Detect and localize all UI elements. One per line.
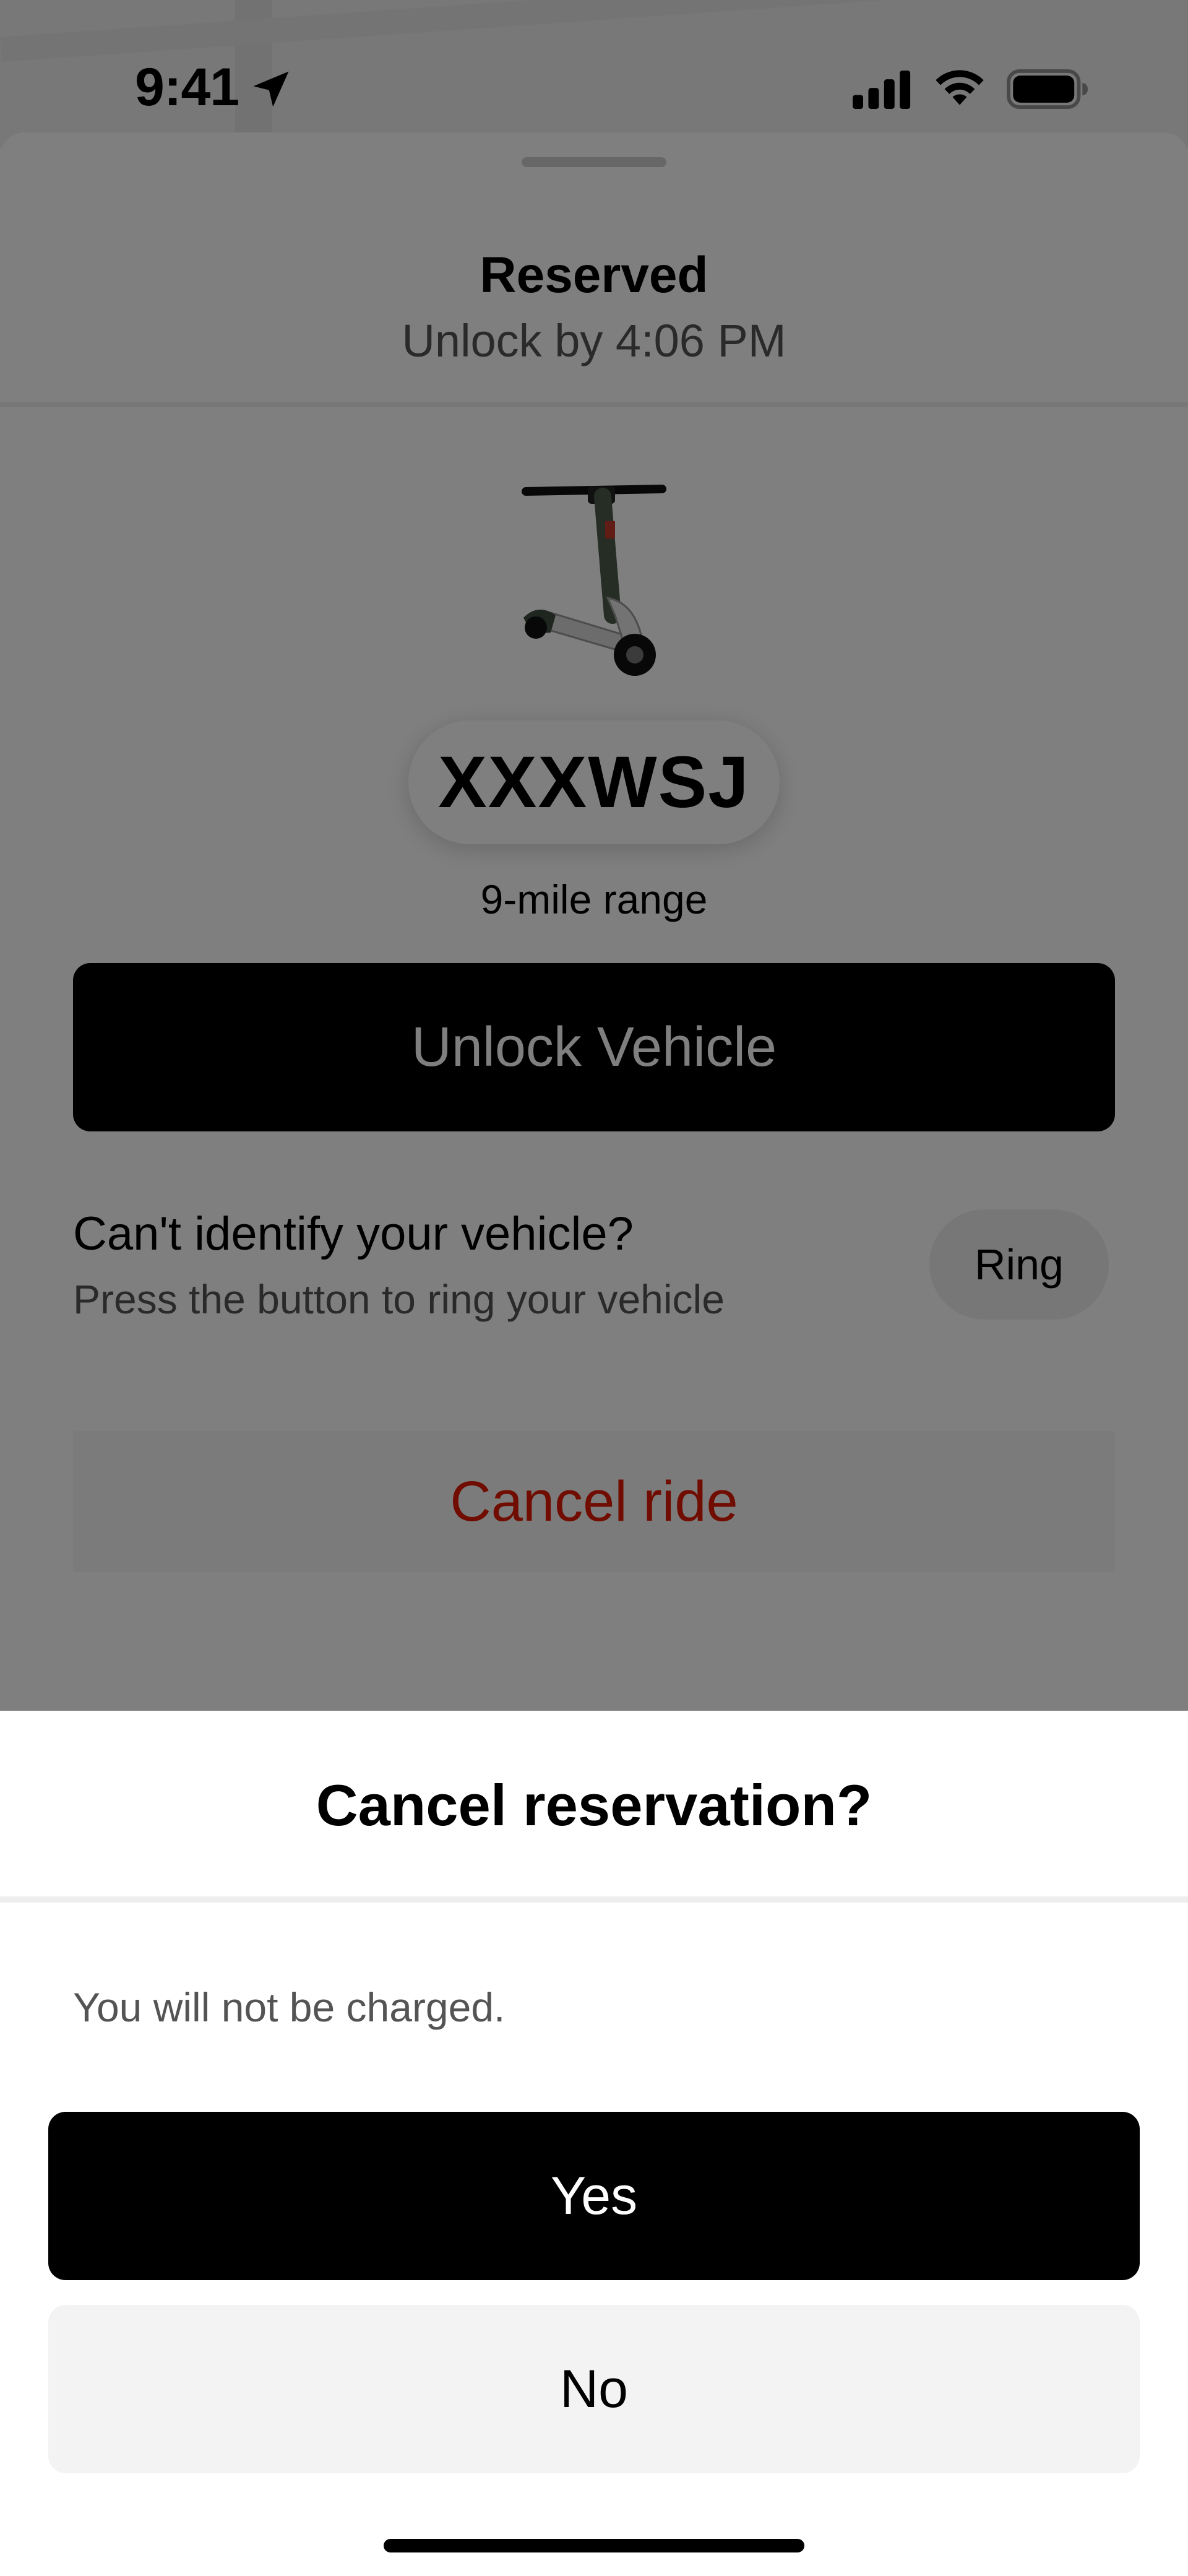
yes-button[interactable]: Yes bbox=[48, 2112, 1140, 2280]
modal-scrim[interactable] bbox=[0, 0, 1188, 1711]
cancel-reservation-modal: Cancel reservation? You will not be char… bbox=[0, 1711, 1188, 2576]
home-indicator[interactable] bbox=[384, 2539, 804, 2552]
modal-message: You will not be charged. bbox=[73, 1984, 506, 2030]
modal-title: Cancel reservation? bbox=[316, 1773, 872, 1838]
divider bbox=[0, 1896, 1188, 1903]
screen: 9:41 Reserved Unlock by 4:06 PM bbox=[0, 0, 1188, 2576]
no-button[interactable]: No bbox=[48, 2305, 1140, 2473]
